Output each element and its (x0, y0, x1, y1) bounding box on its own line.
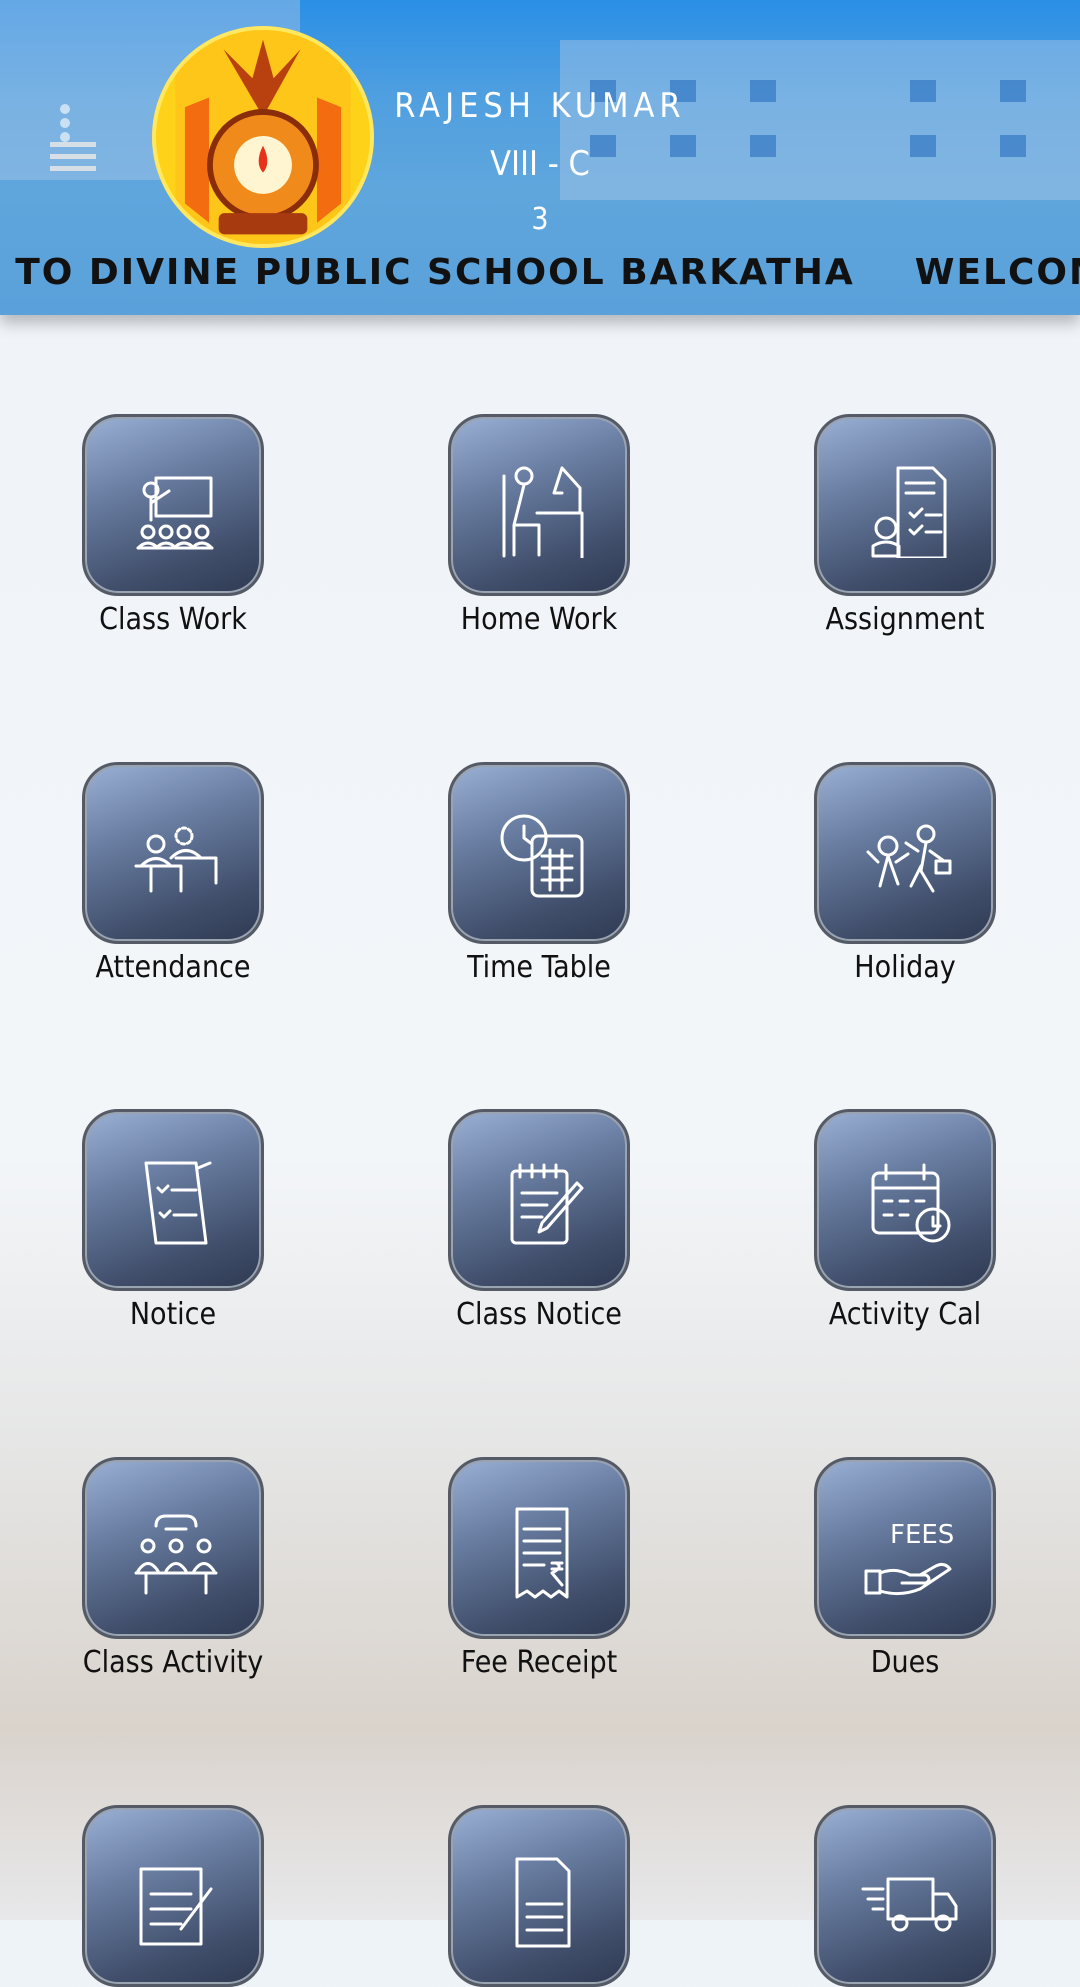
marquee-text: WELCOME TO DIVINE PUBLIC SCHOOL BARKATHA (0, 252, 855, 293)
tile-label[interactable]: Fee Receipt (389, 1645, 689, 1680)
tile-time-table[interactable] (448, 762, 630, 944)
hamburger-icon (50, 142, 96, 147)
tile-grade[interactable] (448, 1805, 630, 1987)
delivery-truck-icon (861, 1877, 958, 1932)
tile-label[interactable]: Attendance (23, 950, 323, 985)
tile-exam[interactable] (82, 1805, 264, 1987)
tile-dues[interactable]: FEES (814, 1457, 996, 1639)
fees-hand-icon: FEES (864, 1520, 954, 1596)
meeting-icon (134, 1514, 218, 1595)
tile-home-work[interactable] (448, 414, 630, 596)
tile-fee-receipt[interactable] (448, 1457, 630, 1639)
tile-class-notice[interactable] (448, 1109, 630, 1291)
tile-label[interactable]: Notice (23, 1297, 323, 1332)
study-desk-icon (502, 466, 584, 558)
roll-number: 3 (531, 202, 549, 237)
notepad-pencil-icon (510, 1163, 584, 1245)
clock-calendar-icon (500, 814, 584, 898)
tile-label[interactable]: Dues (755, 1645, 1055, 1680)
svg-text:FEES: FEES (890, 1520, 954, 1550)
receipt-icon (515, 1507, 569, 1599)
tile-label[interactable]: Time Table (389, 950, 689, 985)
tile-notice[interactable] (82, 1109, 264, 1291)
menu-button[interactable] (48, 100, 98, 180)
tile-class-activity[interactable] (82, 1457, 264, 1639)
tile-delivery-truck[interactable] (814, 1805, 996, 1987)
welcome-marquee: WELCOME TO DIVINE PUBLIC SCHOOL BARKATHA… (0, 252, 1080, 293)
tile-label[interactable]: Assignment (755, 602, 1055, 637)
notice-paper-icon (144, 1161, 212, 1245)
tile-label[interactable]: Activity Cal (755, 1297, 1055, 1332)
tile-attendance[interactable] (82, 762, 264, 944)
tile-assignment[interactable] (814, 414, 996, 596)
tile-holiday[interactable] (814, 762, 996, 944)
student-name: RAJESH KUMAR (394, 86, 686, 126)
tile-activity-cal[interactable] (814, 1109, 996, 1291)
calendar-clock-icon (871, 1163, 951, 1243)
tile-label[interactable]: Class Notice (389, 1297, 689, 1332)
tile-class-work[interactable] (82, 414, 264, 596)
checklist-icon (871, 466, 947, 558)
exam-icon (139, 1867, 213, 1946)
marquee-text: WELCOME TO DIVINE PUBLIC SCHOOL BARKATHA (914, 252, 1080, 293)
classroom-icon (136, 476, 214, 550)
tile-label[interactable]: Class Activity (23, 1645, 323, 1680)
celebration-icon (866, 824, 952, 893)
grade-icon (515, 1857, 571, 1948)
students-desk-icon (134, 826, 218, 893)
tile-label[interactable]: Home Work (389, 602, 689, 637)
class-section: VIII - C (490, 144, 590, 184)
tile-label[interactable]: Class Work (23, 602, 323, 637)
tile-label[interactable]: Holiday (755, 950, 1055, 985)
profile-header: RAJESH KUMAR VIII - C 3 WELCOME TO DIVIN… (0, 0, 1080, 315)
